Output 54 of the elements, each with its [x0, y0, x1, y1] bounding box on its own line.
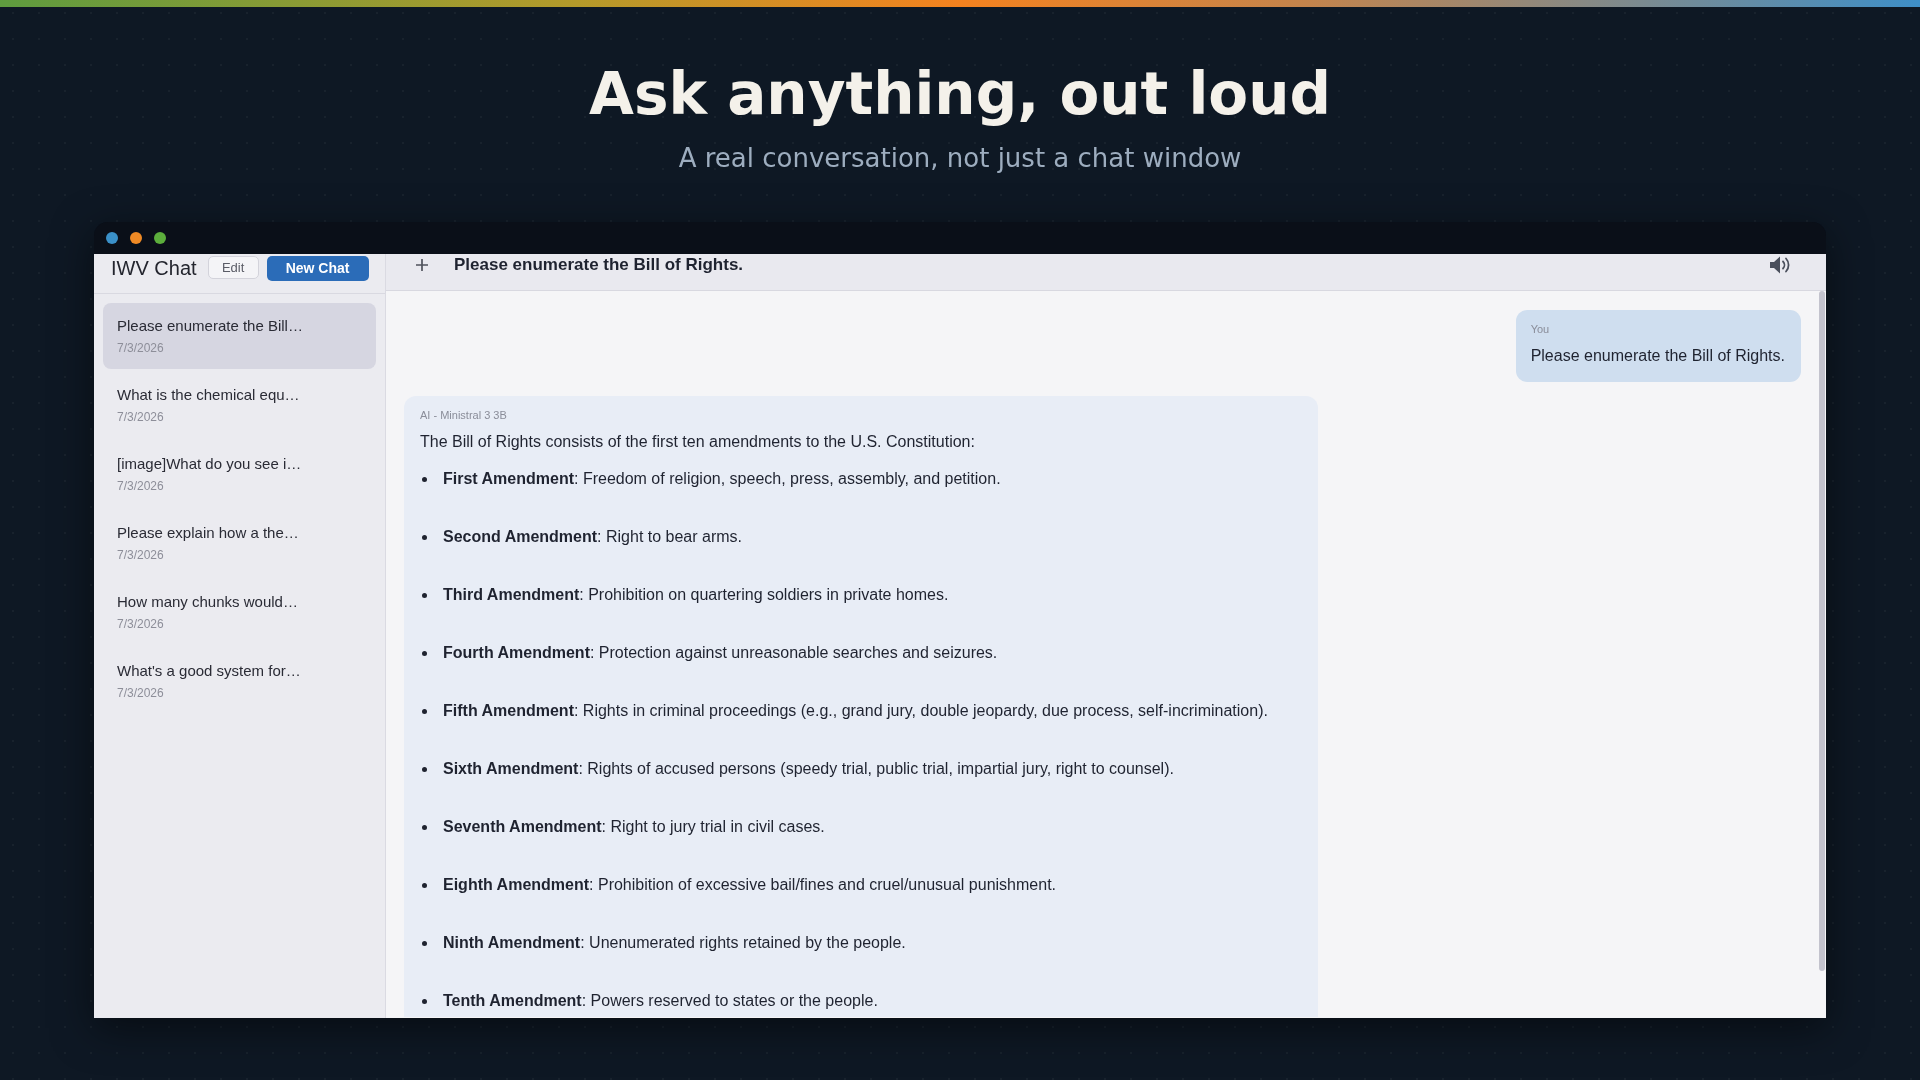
bullet-icon [422, 592, 427, 598]
window-dot-icon[interactable] [130, 232, 142, 244]
conversation-date: 7/3/2026 [117, 409, 165, 425]
list-item-text: Fourth Amendment: Protection against unreasonable searches and seizures. [443, 643, 998, 663]
new-chat-button[interactable]: New Chat [266, 256, 369, 281]
bullet-icon [422, 708, 427, 714]
bullet-icon [422, 998, 427, 1004]
message-text: Please enumerate the Bill of Rights. [1530, 346, 1785, 366]
list-item-text: Seventh Amendment: Right to jury trial in civil cases. [443, 817, 825, 837]
list-item-text: Ninth Amendment: Unenumerated rights retained by the people. [443, 933, 906, 953]
scrollbar-thumb[interactable] [1819, 291, 1825, 971]
edit-button[interactable]: Edit [207, 256, 259, 279]
message-sender: You [1530, 322, 1551, 336]
list-item-text: Second Amendment: Right to bear arms. [443, 527, 743, 547]
window-dot-icon[interactable] [106, 232, 118, 244]
bullet-icon [422, 534, 427, 540]
list-item-text: Fifth Amendment: Rights in criminal proceedings (e.g., grand jury, double jeopardy, due process, self-incrimination). [443, 701, 1268, 721]
bullet-icon [422, 766, 427, 772]
chat-title: Please enumerate the Bill of Rights. [454, 254, 744, 276]
app-title: IWV Chat [111, 256, 197, 280]
conversation-date: 7/3/2026 [117, 478, 165, 494]
window-dot-icon[interactable] [154, 232, 166, 244]
bullet-icon [422, 824, 427, 830]
bullet-icon [422, 476, 427, 482]
conversation-title: What is the chemical equ… [117, 385, 301, 405]
list-item-text: Tenth Amendment: Powers reserved to states or the people. [443, 991, 878, 1011]
bullet-icon [422, 882, 427, 888]
message-sender: AI - Ministral 3 3B [420, 408, 508, 422]
conversation-item[interactable]: How many chunks would… 7/3/2026 [103, 579, 376, 645]
conversation-title: How many chunks would… [117, 592, 299, 612]
list-item-text: First Amendment: Freedom of religion, speech, press, assembly, and petition. [443, 469, 1001, 489]
speaker-icon[interactable] [1769, 255, 1791, 275]
hero-title: Ask anything, out loud [588, 61, 1332, 127]
bullet-icon [422, 650, 427, 656]
conversation-title: [image]What do you see i… [117, 454, 303, 474]
conversation-title: What's a good system for… [117, 661, 302, 681]
conversation-item[interactable]: Please enumerate the Bill… 7/3/2026 [103, 303, 376, 369]
conversation-item[interactable]: Please explain how a the… 7/3/2026 [103, 510, 376, 576]
list-item-text: Sixth Amendment: Rights of accused persons (speedy trial, public trial, impartial jury, right to counsel). [443, 759, 1174, 779]
list-item-text: Third Amendment: Prohibition on quartering soldiers in private homes. [443, 585, 949, 605]
list-item-text: Eighth Amendment: Prohibition of excessive bail/fines and cruel/unusual punishment. [443, 875, 1056, 895]
conversation-title: Please enumerate the Bill… [117, 316, 304, 336]
plus-icon[interactable] [416, 259, 428, 271]
conversation-date: 7/3/2026 [117, 547, 165, 563]
conversation-item[interactable]: What is the chemical equ… 7/3/2026 [103, 372, 376, 438]
hero-subtitle: A real conversation, not just a chat window [677, 142, 1243, 174]
bullet-icon [422, 940, 427, 946]
message-text: The Bill of Rights consists of the first ten amendments to the U.S. Constitution: [420, 432, 976, 452]
conversation-title: Please explain how a the… [117, 523, 300, 543]
conversation-date: 7/3/2026 [117, 616, 165, 632]
conversation-item[interactable]: [image]What do you see i… 7/3/2026 [103, 441, 376, 507]
conversation-date: 7/3/2026 [117, 340, 165, 356]
conversation-date: 7/3/2026 [117, 685, 165, 701]
conversation-item[interactable]: What's a good system for… 7/3/2026 [103, 648, 376, 714]
